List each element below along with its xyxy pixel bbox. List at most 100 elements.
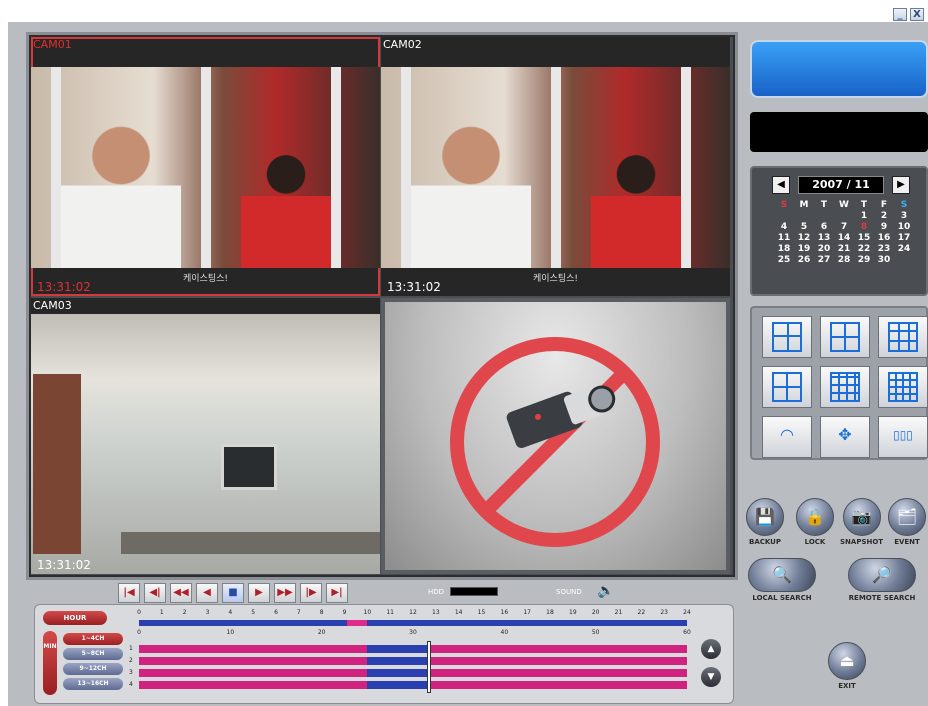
- layout-10ch-button[interactable]: [762, 366, 812, 408]
- channel-group-9-12-button[interactable]: 9~12CH: [63, 663, 123, 675]
- camera-label: CAM01: [33, 38, 72, 51]
- calendar-day[interactable]: 14: [834, 233, 854, 244]
- rotate-icon: ◠: [780, 425, 794, 444]
- calendar-day[interactable]: 5: [794, 222, 814, 233]
- calendar-day[interactable]: 22: [854, 244, 874, 255]
- calendar-day[interactable]: 18: [774, 244, 794, 255]
- hour-tick-label: 8: [319, 609, 324, 616]
- calendar-day[interactable]: 4: [774, 222, 794, 233]
- last-frame-button[interactable]: ▶|: [326, 583, 348, 603]
- fast-forward-button[interactable]: ▶▶: [274, 583, 296, 603]
- calendar-next-button[interactable]: ▶: [892, 176, 910, 194]
- hour-scale: 0 1 2 3 4 5 6 7 8 9 10 11 12 13 14 15 16 17 18 19 20 21 22 23 24: [137, 609, 691, 619]
- channel-track-4[interactable]: [139, 681, 687, 689]
- lock-icon: 🔒: [796, 498, 834, 536]
- calendar-prev-button[interactable]: ◀: [772, 176, 790, 194]
- layout-13ch-button[interactable]: [820, 366, 870, 408]
- minimize-button[interactable]: _: [893, 8, 907, 21]
- camera-tile-1[interactable]: 케이스팅스! CAM01 13:31:02: [31, 37, 380, 296]
- rotate-button[interactable]: ◠: [762, 416, 812, 458]
- fast-rewind-button[interactable]: ◀◀: [170, 583, 192, 603]
- minute-tick-label: 20: [317, 629, 326, 636]
- calendar-day[interactable]: 25: [774, 255, 794, 266]
- layout-4ch-button[interactable]: [762, 316, 812, 358]
- calendar-day[interactable]: 17: [894, 233, 914, 244]
- calendar-day[interactable]: 11: [774, 233, 794, 244]
- remote-search-action[interactable]: 🔎 REMOTE SEARCH: [848, 558, 916, 602]
- camera-feed: [31, 314, 380, 574]
- close-button[interactable]: X: [910, 8, 924, 21]
- channel-track-2[interactable]: [139, 657, 687, 665]
- exit-icon: ⏏: [828, 642, 866, 680]
- channel-track-1[interactable]: [139, 645, 687, 653]
- calendar-day[interactable]: 24: [894, 244, 914, 255]
- calendar-day[interactable]: 27: [814, 255, 834, 266]
- calendar-day[interactable]: 15: [854, 233, 874, 244]
- stop-button[interactable]: ■: [222, 583, 244, 603]
- prev-frame-button[interactable]: ◀|: [144, 583, 166, 603]
- calendar-day[interactable]: 10: [894, 222, 914, 233]
- channel-group-13-16-button[interactable]: 13~16CH: [63, 678, 123, 690]
- calendar-day[interactable]: 26: [794, 255, 814, 266]
- event-action[interactable]: 🗂 EVENT: [888, 498, 926, 546]
- scroll-down-button[interactable]: ▼: [701, 667, 721, 687]
- layout-6ch-button[interactable]: [820, 316, 870, 358]
- sequence-button[interactable]: ▯▯▯: [878, 416, 928, 458]
- calendar-day[interactable]: 23: [874, 244, 894, 255]
- backup-action[interactable]: 💾 BACKUP: [746, 498, 784, 546]
- calendar-day[interactable]: 3: [894, 211, 914, 222]
- calendar-day[interactable]: 2: [874, 211, 894, 222]
- action-buttons: 💾 BACKUP 🔒 LOCK 📷 SNAPSHOT 🗂 EVENT 🔍 LOC…: [744, 470, 928, 706]
- playhead-cursor[interactable]: [427, 641, 431, 693]
- calendar-weekday: T: [860, 200, 868, 210]
- event-icon: 🗂: [888, 498, 926, 536]
- speaker-icon[interactable]: 🔈: [597, 582, 615, 600]
- hour-button[interactable]: HOUR: [43, 611, 107, 625]
- camera-timestamp: 13:31:02: [387, 280, 441, 294]
- calendar-day[interactable]: 28: [834, 255, 854, 266]
- local-search-action[interactable]: 🔍 LOCAL SEARCH: [748, 558, 816, 602]
- play-button[interactable]: ▶: [248, 583, 270, 603]
- calendar-day[interactable]: 9: [874, 222, 894, 233]
- calendar-day[interactable]: 7: [834, 222, 854, 233]
- calendar-day[interactable]: 29: [854, 255, 874, 266]
- calendar-day[interactable]: 16: [874, 233, 894, 244]
- reverse-play-button[interactable]: ◀: [196, 583, 218, 603]
- channel-group-5-8-button[interactable]: 5~8CH: [63, 648, 123, 660]
- camera-label: CAM03: [33, 299, 72, 312]
- minute-tick-label: 50: [591, 629, 600, 636]
- door-shape: [33, 374, 81, 554]
- lock-label: LOCK: [804, 538, 826, 546]
- snapshot-action[interactable]: 📷 SNAPSHOT: [840, 498, 883, 546]
- layout-16ch-button[interactable]: [878, 366, 928, 408]
- camera-tile-3[interactable]: CAM03 13:31:02: [31, 298, 380, 574]
- sequence-icon: ▯▯▯: [893, 428, 913, 442]
- layout-9ch-button[interactable]: [878, 316, 928, 358]
- minute-tick-label: 10: [226, 629, 235, 636]
- remote-search-icon: 🔎: [848, 558, 916, 592]
- next-frame-button[interactable]: |▶: [300, 583, 322, 603]
- lock-action[interactable]: 🔒 LOCK: [796, 498, 834, 546]
- calendar-day[interactable]: 30: [874, 255, 894, 266]
- channel-group-1-4-button[interactable]: 1~4CH: [63, 633, 123, 645]
- calendar-weekday: M: [799, 200, 809, 210]
- channel-track-3[interactable]: [139, 669, 687, 677]
- fullscreen-button[interactable]: ✥: [820, 416, 870, 458]
- hour-tick-label: 3: [205, 609, 210, 616]
- scroll-up-button[interactable]: ▲: [701, 639, 721, 659]
- calendar-day[interactable]: 20: [814, 244, 834, 255]
- hour-track[interactable]: [139, 620, 687, 626]
- calendar-day[interactable]: 8: [854, 222, 874, 233]
- calendar-day[interactable]: 1: [854, 211, 874, 222]
- camera-tile-4[interactable]: [381, 298, 730, 574]
- calendar-day[interactable]: 12: [794, 233, 814, 244]
- exit-action[interactable]: ⏏ EXIT: [828, 642, 866, 690]
- calendar-day[interactable]: 19: [794, 244, 814, 255]
- first-frame-button[interactable]: |◀: [118, 583, 140, 603]
- calendar-empty: [834, 211, 854, 222]
- calendar-day[interactable]: 21: [834, 244, 854, 255]
- calendar-day[interactable]: 13: [814, 233, 834, 244]
- hdd-label: HDD: [428, 588, 445, 596]
- calendar-day[interactable]: 6: [814, 222, 834, 233]
- camera-tile-2[interactable]: 케이스팅스! CAM02 13:31:02: [381, 37, 730, 296]
